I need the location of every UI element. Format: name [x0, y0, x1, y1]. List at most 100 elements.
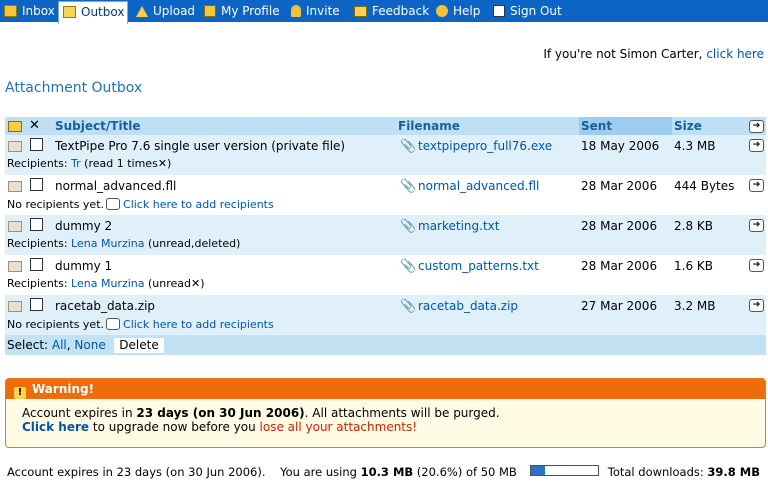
nav-help[interactable]: Help — [432, 0, 480, 22]
row-size: 1.6 KB — [674, 259, 713, 273]
row-subject: racetab_data.zip — [55, 299, 156, 313]
paperclip-icon: 📎 — [400, 259, 417, 274]
usage-progress-fill — [531, 466, 545, 475]
row-filename-link[interactable]: marketing.txt — [418, 219, 499, 233]
col-subject[interactable]: Subject/Title — [55, 117, 141, 135]
not-user-link[interactable]: click here — [706, 47, 764, 61]
row-size: 2.8 KB — [674, 219, 713, 233]
help-icon — [436, 5, 448, 17]
envelope-icon — [8, 301, 22, 312]
row-recipients: Recipients: Lena Murzina (unread,deleted… — [7, 237, 241, 250]
outbox-icon — [63, 6, 76, 18]
not-user-notice: If you're not Simon Carter, click here — [543, 47, 764, 61]
add-recipients-link[interactable]: Click here to add recipients — [123, 318, 274, 331]
row-filename-link[interactable]: racetab_data.zip — [418, 299, 518, 313]
row-sent: 28 Mar 2006 — [581, 179, 658, 193]
row-checkbox[interactable] — [30, 178, 43, 191]
usage-progress-bar — [530, 465, 599, 476]
col-size[interactable]: Size — [674, 117, 702, 135]
row-filename-link[interactable]: custom_patterns.txt — [418, 259, 539, 273]
row-subject: TextPipe Pro 7.6 single user version (pr… — [55, 139, 346, 153]
row-subject: dummy 2 — [55, 219, 113, 233]
inbox-icon — [4, 5, 17, 17]
row-sent: 28 Mar 2006 — [581, 259, 658, 273]
table-row: TextPipe Pro 7.6 single user version (pr… — [5, 135, 766, 175]
row-recipients: No recipients yet. Click here to add reci… — [7, 198, 274, 211]
warning-header: ! Warning! — [6, 379, 765, 399]
selection-bar: Select: All, None Delete — [5, 335, 766, 355]
warning-message: Account expires in 23 days (on 30 Jun 20… — [22, 406, 500, 420]
row-subject: normal_advanced.fll — [55, 179, 177, 193]
recipient-link[interactable]: Lena Murzina — [71, 237, 144, 250]
row-subject: dummy 1 — [55, 259, 113, 273]
row-sent: 27 Mar 2006 — [581, 299, 658, 313]
forward-icon[interactable]: ➔ — [749, 179, 764, 192]
add-recipient-icon[interactable] — [106, 318, 121, 330]
envelope-icon — [8, 181, 22, 192]
envelope-icon — [8, 141, 22, 152]
profile-icon — [204, 5, 216, 17]
table-row: dummy 2 📎 marketing.txt 28 Mar 2006 2.8 … — [5, 215, 766, 255]
paperclip-icon: 📎 — [400, 139, 417, 154]
table-row: normal_advanced.fll 📎 normal_advanced.fl… — [5, 175, 766, 215]
row-checkbox[interactable] — [30, 258, 43, 271]
remove-recipient-icon[interactable]: ✕ — [158, 157, 167, 170]
outbox-table: ✕ Subject/Title Filename Sent Size ➔ Tex… — [5, 117, 766, 355]
paperclip-icon: 📎 — [400, 219, 417, 234]
row-sent: 28 Mar 2006 — [581, 219, 658, 233]
total-downloads: Total downloads: 39.8 MB — [607, 465, 760, 479]
row-filename-link[interactable]: normal_advanced.fll — [418, 179, 539, 193]
nav-inbox[interactable]: Inbox — [0, 0, 55, 22]
nav-sign-out[interactable]: Sign Out — [489, 0, 562, 22]
nav-invite[interactable]: Invite — [287, 0, 340, 22]
envelope-header-icon[interactable] — [8, 121, 22, 132]
nav-upload[interactable]: Upload — [132, 0, 195, 22]
top-nav: Inbox Outbox Upload My Profile Invite Fe… — [0, 0, 768, 24]
row-size: 4.3 MB — [674, 139, 716, 153]
row-checkbox[interactable] — [30, 218, 43, 231]
delete-header-icon[interactable]: ✕ — [29, 118, 40, 133]
envelope-icon — [8, 221, 22, 232]
row-checkbox[interactable] — [30, 298, 43, 311]
nav-feedback[interactable]: Feedback — [350, 0, 429, 22]
upload-icon — [136, 6, 148, 17]
upgrade-message: Click here to upgrade now before you los… — [22, 420, 418, 434]
delete-button[interactable]: Delete — [114, 338, 164, 353]
warning-icon: ! — [14, 387, 26, 399]
recipient-link[interactable]: Tr — [71, 157, 81, 170]
feedback-icon — [354, 6, 367, 17]
row-recipients: Recipients: Lena Murzina (unread✕) — [7, 277, 205, 290]
select-none-link[interactable]: None — [74, 338, 105, 352]
add-recipient-icon[interactable] — [106, 198, 121, 210]
upgrade-link[interactable]: Click here — [22, 420, 89, 434]
forward-icon[interactable]: ➔ — [749, 219, 764, 232]
paperclip-icon: 📎 — [400, 179, 417, 194]
row-sent: 18 May 2006 — [581, 139, 660, 153]
col-sent[interactable]: Sent — [581, 117, 612, 135]
row-checkbox[interactable] — [30, 138, 43, 151]
paperclip-icon: 📎 — [400, 299, 417, 314]
row-filename-link[interactable]: textpipepro_full76.exe — [418, 139, 552, 153]
signout-icon — [493, 5, 505, 17]
nav-outbox[interactable]: Outbox — [58, 1, 128, 24]
add-recipients-link[interactable]: Click here to add recipients — [123, 198, 274, 211]
row-size: 3.2 MB — [674, 299, 716, 313]
select-controls: Select: All, None — [7, 338, 106, 352]
forward-header-icon[interactable]: ➔ — [749, 120, 764, 133]
footer-status: Account expires in 23 days (on 30 Jun 20… — [7, 465, 517, 479]
envelope-icon — [8, 261, 22, 272]
forward-icon[interactable]: ➔ — [749, 299, 764, 312]
row-recipients: Recipients: Tr (read 1 times✕) — [7, 157, 172, 170]
table-row: dummy 1 📎 custom_patterns.txt 28 Mar 200… — [5, 255, 766, 295]
col-filename[interactable]: Filename — [398, 117, 460, 135]
forward-icon[interactable]: ➔ — [749, 139, 764, 152]
invite-icon — [291, 5, 301, 17]
remove-recipient-icon[interactable]: ✕ — [191, 277, 200, 290]
select-all-link[interactable]: All — [52, 338, 67, 352]
warning-box: ! Warning! Account expires in 23 days (on… — [5, 378, 766, 448]
forward-icon[interactable]: ➔ — [749, 259, 764, 272]
recipient-link[interactable]: Lena Murzina — [71, 277, 144, 290]
row-size: 444 Bytes — [674, 179, 735, 193]
table-header: ✕ Subject/Title Filename Sent Size ➔ — [5, 117, 766, 135]
nav-my-profile[interactable]: My Profile — [200, 0, 280, 22]
